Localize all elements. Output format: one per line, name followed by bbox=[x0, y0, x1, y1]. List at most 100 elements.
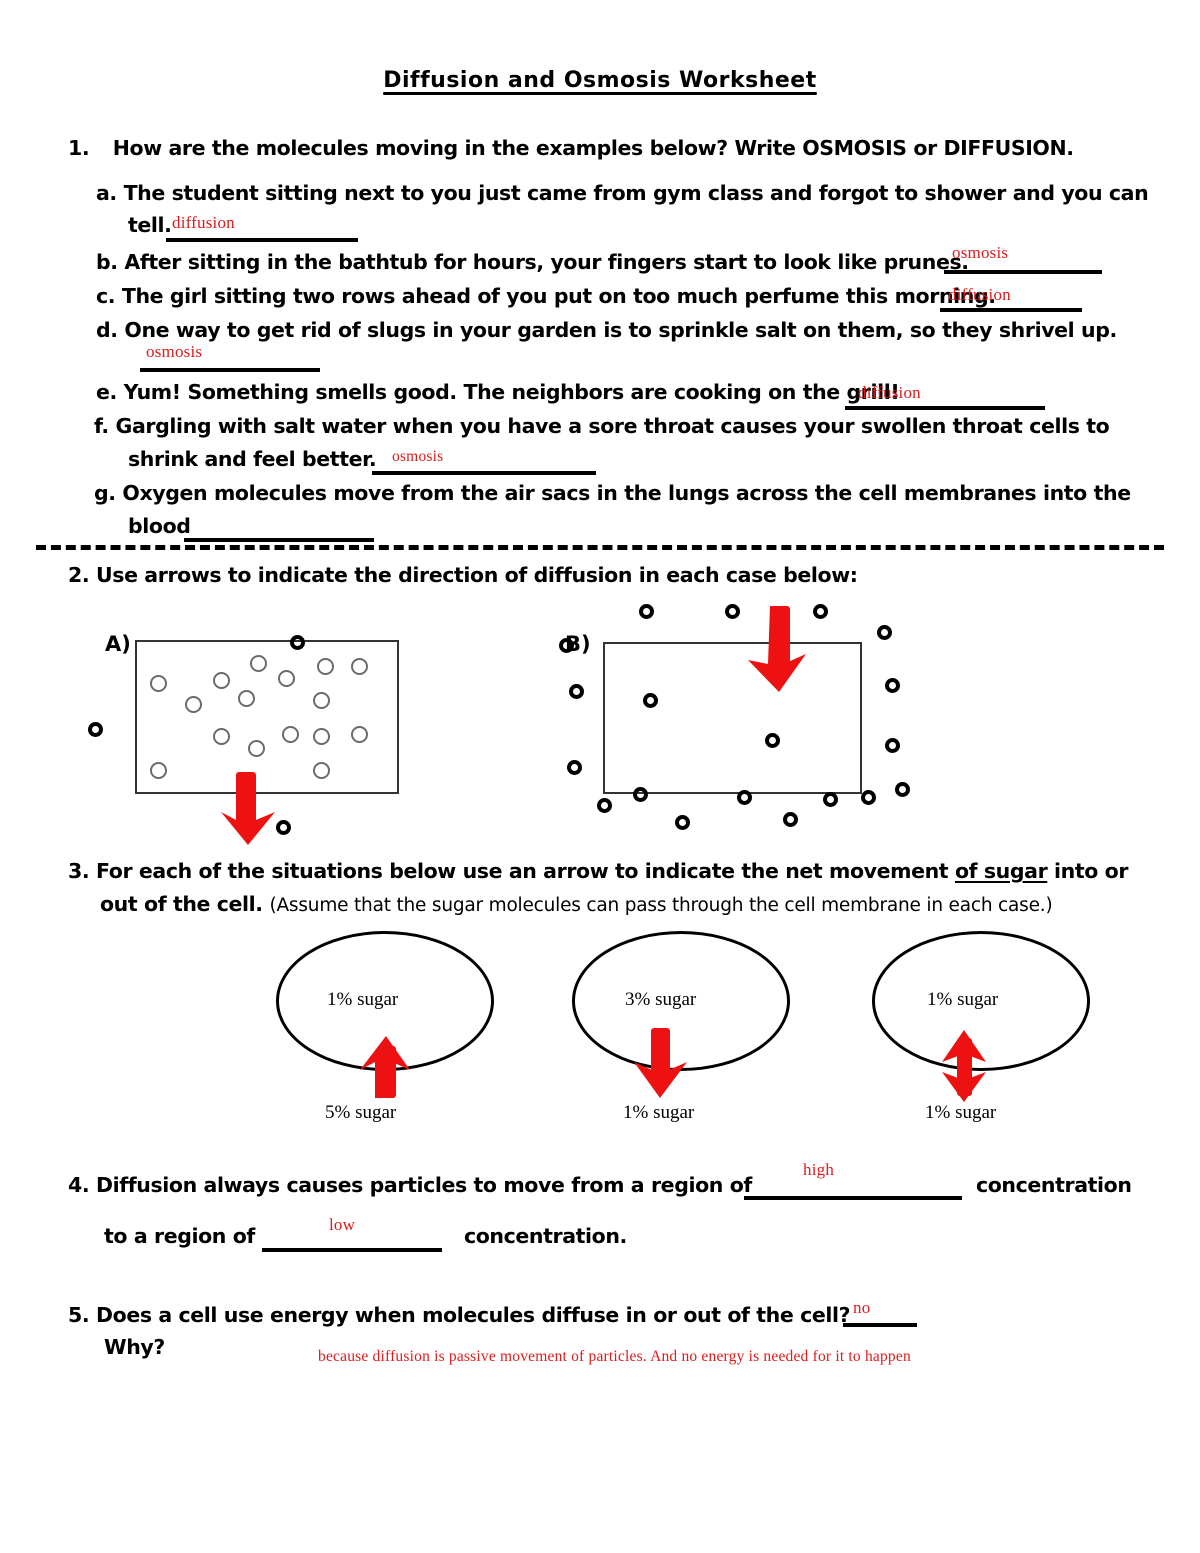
question-5-blank-line[interactable] bbox=[843, 1323, 917, 1327]
item-g-text-line2: blood bbox=[128, 514, 191, 538]
question-3-line2-note: (Assume that the sugar molecules can pas… bbox=[269, 895, 1053, 916]
diagram-b-box bbox=[603, 642, 862, 794]
molecule-inside bbox=[351, 726, 368, 743]
question-2-prompt-text: Use arrows to indicate the direction of … bbox=[96, 563, 858, 587]
item-a-answer[interactable]: diffusion bbox=[172, 213, 235, 233]
molecule-outside bbox=[813, 604, 828, 619]
molecule-outside bbox=[823, 792, 838, 807]
question-4-blank-line-2[interactable] bbox=[262, 1248, 442, 1252]
item-g-text: Oxygen molecules move from the air sacs … bbox=[122, 481, 1131, 505]
molecule-inside bbox=[185, 696, 202, 713]
question-1-prompt-text: How are the molecules moving in the exam… bbox=[112, 136, 803, 160]
molecule-inside bbox=[643, 693, 658, 708]
item-e-blank-line[interactable] bbox=[845, 406, 1045, 410]
molecule-inside bbox=[313, 692, 330, 709]
item-b-text: After sitting in the bathtub for hours, … bbox=[124, 250, 969, 274]
diagram-b: B) bbox=[559, 604, 910, 850]
question-1-item-e: e. Yum! Something smells good. The neigh… bbox=[96, 379, 900, 406]
molecule-inside bbox=[213, 672, 230, 689]
item-f-letter: f. bbox=[94, 414, 109, 438]
item-e-answer[interactable]: diffusion bbox=[858, 383, 921, 403]
cell-2-inside-label: 3% sugar bbox=[625, 989, 697, 1010]
question-3-underlined-of-sugar: of sugar bbox=[954, 859, 1048, 883]
molecule-outside bbox=[675, 815, 690, 830]
item-a-blank-line[interactable] bbox=[166, 238, 358, 242]
question-1-item-c: c. The girl sitting two rows ahead of yo… bbox=[96, 283, 996, 310]
question-3-line2-bold: out of the cell. bbox=[100, 892, 263, 916]
question-4-number: 4. bbox=[68, 1173, 90, 1197]
question-4-text-part2: concentration bbox=[976, 1173, 1132, 1197]
item-f-answer[interactable]: osmosis bbox=[392, 448, 443, 466]
question-3-prompt-text: For each of the situations below use an … bbox=[96, 859, 955, 883]
diagram-a: A) bbox=[88, 630, 405, 850]
item-d-text: One way to get rid of slugs in your gard… bbox=[124, 318, 1117, 342]
question-3-prompt-tail: into or bbox=[1047, 859, 1129, 883]
molecule-inside bbox=[250, 655, 267, 672]
item-e-letter: e. bbox=[96, 380, 117, 404]
molecule-outside bbox=[783, 812, 798, 827]
question-5-answer[interactable]: no bbox=[853, 1298, 870, 1318]
molecule-outside bbox=[895, 782, 910, 797]
molecule-inside bbox=[248, 740, 265, 757]
item-g-letter: g. bbox=[94, 481, 116, 505]
question-3-prompt-line2: out of the cell. (Assume that the sugar … bbox=[100, 891, 1053, 918]
molecule-outside bbox=[559, 638, 574, 653]
question-2-number: 2. bbox=[68, 563, 90, 587]
molecule-outside bbox=[597, 798, 612, 813]
question-1-item-d: d. One way to get rid of slugs in your g… bbox=[96, 317, 1117, 344]
question-4-text-part1: Diffusion always causes particles to mov… bbox=[96, 1173, 752, 1197]
item-f-text: Gargling with salt water when you have a… bbox=[115, 414, 1110, 438]
question-5-explanation[interactable]: because diffusion is passive movement of… bbox=[318, 1348, 911, 1366]
molecule-inside bbox=[351, 658, 368, 675]
molecule-outside bbox=[877, 625, 892, 640]
question-4-line1: 4. Diffusion always causes particles to … bbox=[68, 1172, 752, 1199]
question-2-prompt: 2. Use arrows to indicate the direction … bbox=[68, 562, 858, 589]
molecule-inside bbox=[238, 690, 255, 707]
molecule-inside bbox=[313, 728, 330, 745]
molecule-outside bbox=[725, 604, 740, 619]
molecule-inside bbox=[213, 728, 230, 745]
question-5-text: Does a cell use energy when molecules di… bbox=[96, 1303, 851, 1327]
item-a-text-line2: tell. bbox=[128, 213, 172, 237]
question-4-answer-2[interactable]: low bbox=[329, 1215, 355, 1235]
question-1-item-b: b. After sitting in the bathtub for hour… bbox=[96, 249, 969, 276]
molecule-outside bbox=[861, 790, 876, 805]
item-c-blank-line[interactable] bbox=[940, 308, 1082, 312]
question-4-answer-1[interactable]: high bbox=[803, 1160, 834, 1180]
molecule-outside bbox=[290, 635, 305, 650]
molecule-outside bbox=[567, 760, 582, 775]
molecule-inside bbox=[313, 762, 330, 779]
item-c-answer[interactable]: diffusion bbox=[948, 285, 1011, 305]
question-1-period: . bbox=[1066, 136, 1074, 160]
item-f-blank-line[interactable] bbox=[372, 471, 596, 475]
question-4-blank-line-1[interactable] bbox=[744, 1196, 962, 1200]
molecule-inside bbox=[282, 726, 299, 743]
page-title: Diffusion and Osmosis Worksheet bbox=[383, 68, 817, 93]
question-5-prompt: 5. Does a cell use energy when molecules… bbox=[68, 1302, 851, 1329]
question-1-conjunction: or bbox=[906, 136, 944, 160]
item-c-text: The girl sitting two rows ahead of you p… bbox=[121, 284, 996, 308]
question-1-prompt: 1. How are the molecules moving in the e… bbox=[68, 135, 1074, 162]
item-b-answer[interactable]: osmosis bbox=[952, 243, 1008, 263]
molecule-inside bbox=[150, 675, 167, 692]
worksheet-page: Diffusion and Osmosis Worksheet 1. How a… bbox=[0, 0, 1200, 1553]
molecule-outside bbox=[569, 684, 584, 699]
item-g-blank-line[interactable] bbox=[184, 538, 374, 542]
item-d-letter: d. bbox=[96, 318, 118, 342]
item-f-text-line2: shrink and feel better. bbox=[128, 447, 377, 471]
item-d-answer[interactable]: osmosis bbox=[146, 342, 202, 362]
question-4-text-part4: concentration. bbox=[464, 1224, 627, 1248]
molecule-outside bbox=[737, 790, 752, 805]
molecule-inside bbox=[278, 670, 295, 687]
molecule-outside bbox=[276, 820, 291, 835]
molecule-outside bbox=[633, 787, 648, 802]
question-3-number: 3. bbox=[68, 859, 90, 883]
item-d-blank-line[interactable] bbox=[140, 368, 320, 372]
item-a-text: The student sitting next to you just cam… bbox=[123, 181, 1149, 205]
molecule-outside bbox=[639, 604, 654, 619]
question-1-item-g: g. Oxygen molecules move from the air sa… bbox=[94, 480, 1131, 507]
item-b-blank-line[interactable] bbox=[944, 270, 1102, 274]
cell-1-inside-label: 1% sugar bbox=[327, 989, 399, 1010]
question-1-bold-diffusion: DIFFUSION bbox=[943, 136, 1067, 160]
question-5-number: 5. bbox=[68, 1303, 90, 1327]
